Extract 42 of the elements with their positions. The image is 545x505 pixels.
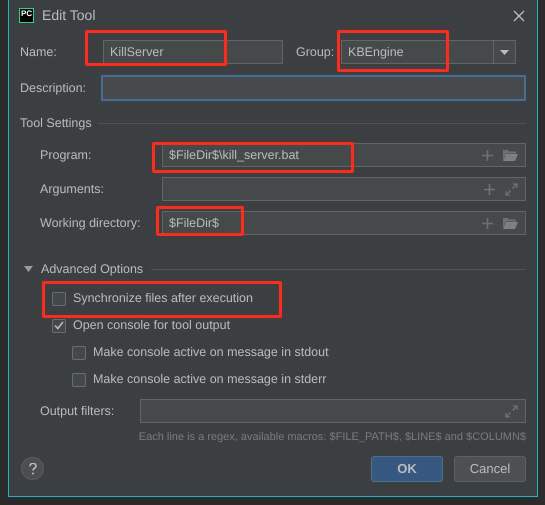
dropdown-arrow-icon bbox=[500, 50, 509, 54]
hint-text: Each line is a regex, available macros: $FILE_PATH$, $LINE$ and $COLUMN$ bbox=[138, 430, 526, 445]
checkbox[interactable] bbox=[52, 292, 66, 306]
checkbox-label: Make console active on message in stdout bbox=[93, 344, 329, 362]
ok-button[interactable]: OK bbox=[371, 456, 443, 482]
close-icon[interactable] bbox=[513, 10, 525, 22]
expand-icon[interactable] bbox=[505, 182, 518, 196]
plus-icon[interactable] bbox=[484, 184, 495, 194]
checkbox[interactable] bbox=[72, 346, 86, 360]
window-title: Edit Tool bbox=[42, 6, 96, 25]
plus-icon[interactable] bbox=[482, 150, 493, 160]
field-label: Group: bbox=[296, 44, 336, 61]
field-label: Output filters: bbox=[40, 402, 116, 420]
app-logo: PC bbox=[19, 8, 34, 23]
section-title: Tool Settings bbox=[20, 114, 92, 132]
checkbox-label: Make console active on message in stderr bbox=[93, 371, 326, 388]
help-button[interactable] bbox=[21, 457, 44, 480]
input-field[interactable] bbox=[162, 177, 526, 201]
plus-icon[interactable] bbox=[482, 218, 493, 228]
checkbox-label: Open console for tool output bbox=[73, 317, 230, 334]
field-label: Program: bbox=[40, 146, 92, 164]
input-field[interactable] bbox=[140, 399, 526, 423]
checkbox[interactable] bbox=[52, 318, 66, 332]
folder-icon[interactable] bbox=[503, 217, 518, 229]
cancel-button[interactable]: Cancel bbox=[454, 456, 526, 482]
input-field[interactable]: $FileDir$ bbox=[162, 211, 526, 235]
checkbox-label: Synchronize files after execution bbox=[73, 290, 253, 308]
folder-icon[interactable] bbox=[503, 149, 518, 161]
input-field[interactable]: KillServer bbox=[103, 40, 283, 64]
question-mark-icon bbox=[28, 462, 36, 474]
input-field[interactable] bbox=[101, 75, 526, 101]
field-label: Description: bbox=[20, 80, 87, 97]
collapse-arrow-icon[interactable] bbox=[24, 266, 33, 272]
expand-icon[interactable] bbox=[505, 404, 518, 418]
input-field[interactable]: $FileDir$\kill_server.bat bbox=[162, 143, 526, 167]
group-dropdown[interactable]: KBEngine bbox=[341, 40, 516, 64]
field-label: Working directory: bbox=[40, 214, 142, 232]
checkbox[interactable] bbox=[72, 372, 86, 386]
checkmark-icon bbox=[54, 321, 64, 330]
field-label: Name: bbox=[20, 44, 58, 61]
field-label: Arguments: bbox=[40, 180, 105, 198]
section-title: Advanced Options bbox=[41, 260, 144, 278]
